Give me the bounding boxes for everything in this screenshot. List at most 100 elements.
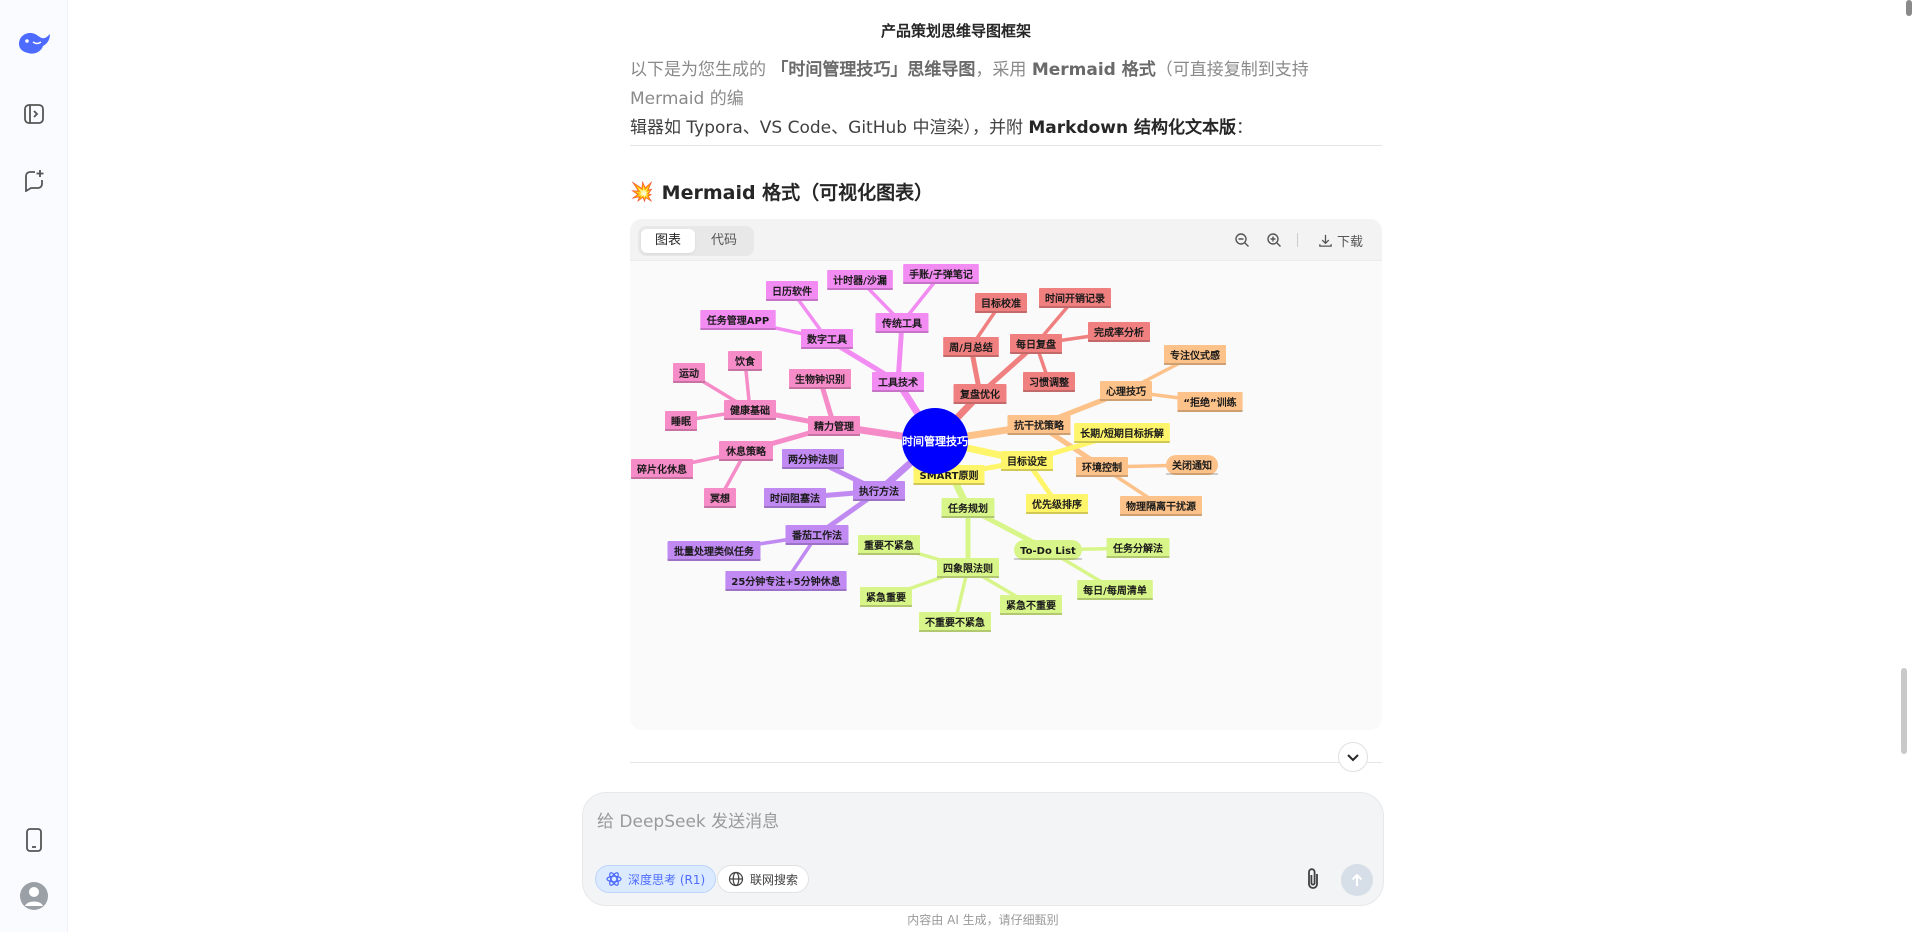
mindmap-node-plan-leaf[interactable]: 每日/每周清单	[1077, 580, 1153, 600]
mindmap-node-label: 紧急重要	[866, 591, 906, 604]
mindmap-node-label: 任务管理APP	[706, 314, 769, 327]
mindmap-node-label: 饮食	[734, 355, 756, 368]
mindmap-node-energy-child[interactable]: 生物钟识别	[789, 369, 851, 389]
mindmap-node-tools-leaf[interactable]: 日历软件	[766, 281, 818, 301]
mindmap-node-shadow	[728, 369, 762, 371]
mindmap-node-resist-child[interactable]: 心理技巧	[1100, 381, 1152, 401]
mindmap-node-plan-child[interactable]: To-Do List	[1014, 540, 1082, 560]
tab-chart[interactable]: 图表	[641, 229, 696, 253]
mindmap-node-resist-leaf[interactable]: “拒绝”训练	[1177, 392, 1243, 412]
mindmap-node-label: 传统工具	[881, 317, 922, 330]
mindmap-node-tools-leaf[interactable]: 任务管理APP	[700, 310, 776, 330]
mindmap-node-plan[interactable]: 任务规划	[941, 498, 995, 518]
mindmap-node-review-child[interactable]: 每日复盘	[1010, 334, 1062, 354]
mindmap-node-goal-child[interactable]: 优先级排序	[1026, 494, 1088, 514]
mindmap-node-shadow	[919, 630, 991, 632]
mindmap-node-shadow	[782, 467, 844, 469]
mindmap-node-tools-leaf[interactable]: 手账/子弹笔记	[903, 264, 979, 284]
mindmap-node-plan-leaf[interactable]: 紧急不重要	[1000, 595, 1062, 615]
intro-text: 辑器如 Typora、VS Code、GitHub 中渲染），并附	[630, 118, 1029, 138]
mindmap-node-review-leaf[interactable]: 时间开销记录	[1039, 288, 1111, 308]
mindmap-node-label: 关闭通知	[1172, 459, 1212, 472]
mindmap-node-label: 休息策略	[725, 445, 767, 458]
mindmap-node-tools-child[interactable]: 数字工具	[801, 329, 853, 349]
mindmap-node-review-leaf[interactable]: 习惯调整	[1023, 372, 1075, 392]
mindmap-node-review-leaf[interactable]: 目标校准	[975, 293, 1027, 313]
chevron-down-icon	[1347, 754, 1359, 762]
mindmap-node-label: 时间开销记录	[1045, 292, 1105, 305]
mindmap-node-tools-leaf[interactable]: 计时器/沙漏	[827, 270, 893, 290]
mindmap-node-exec-leaf[interactable]: 25分钟专注+5分钟休息	[725, 571, 847, 591]
divider	[630, 145, 1382, 146]
intro-text: ：	[1236, 118, 1254, 138]
zoom-in-button[interactable]	[1266, 230, 1282, 250]
mindmap-node-shadow	[1014, 558, 1082, 560]
mindmap-node-plan-leaf[interactable]: 紧急重要	[860, 587, 912, 607]
web-search-toggle[interactable]: 联网搜索	[717, 865, 810, 893]
new-chat-icon[interactable]	[16, 162, 52, 198]
mindmap-node-shadow	[1010, 352, 1062, 354]
mindmap-node-resist[interactable]: 抗干扰策略	[1007, 415, 1071, 435]
mindmap-node-shadow	[872, 390, 924, 392]
message-input[interactable]	[597, 807, 1357, 837]
mindmap-node-energy-leaf[interactable]: 冥想	[704, 488, 736, 508]
mindmap-node-shadow	[673, 381, 705, 383]
mindmap-node-energy-leaf[interactable]: 碎片化休息	[631, 459, 693, 479]
mindmap-node-exec-child[interactable]: 时间阻塞法	[764, 488, 826, 508]
mindmap-node-shadow	[1164, 363, 1226, 365]
mindmap-node-tools-child[interactable]: 传统工具	[875, 313, 929, 333]
mermaid-diagram-card: 图表 代码 下载 工具技术 数字工具 任务管理APP 日历软件传统工具 计时器/沙漏 手账…	[630, 219, 1382, 730]
mindmap-node-goal-child[interactable]: 长期/短期目标拆解	[1074, 423, 1170, 443]
download-icon	[1319, 234, 1332, 247]
mindmap-node-shadow	[704, 506, 736, 508]
mindmap-node-energy-leaf[interactable]: 饮食	[728, 351, 762, 371]
mindmap-node-review-leaf[interactable]: 完成率分析	[1088, 322, 1150, 342]
mindmap-node-label: 抗干扰策略	[1014, 419, 1065, 432]
mindmap-node-label: 冥想	[710, 492, 730, 505]
zoom-out-icon	[1235, 233, 1249, 247]
mindmap-node-shadow	[1074, 441, 1170, 443]
mindmap-node-shadow	[1076, 475, 1128, 477]
mindmap-node-resist-child[interactable]: 环境控制	[1076, 457, 1128, 477]
mindmap-node-shadow	[943, 355, 999, 357]
mindmap-node-label: 每日/每周清单	[1083, 584, 1147, 597]
scrollbar-thumb[interactable]	[1901, 668, 1907, 754]
mindmap-node-review[interactable]: 复盘优化	[953, 384, 1007, 404]
open-sidebar-icon[interactable]	[16, 96, 52, 132]
mindmap-node-exec-child[interactable]: 两分钟法则	[782, 449, 844, 469]
mindmap-node-review-child[interactable]: 周/月总结	[943, 337, 999, 357]
mindmap-node-tools[interactable]: 工具技术	[872, 372, 924, 392]
mindmap-node-shadow	[1120, 514, 1202, 516]
attach-file-button[interactable]	[1299, 865, 1327, 893]
mindmap-node-energy-leaf[interactable]: 运动	[673, 363, 705, 383]
mindmap-node-resist-leaf[interactable]: 关闭通知	[1166, 455, 1218, 475]
mindmap-node-plan-leaf[interactable]: 不重要不紧急	[919, 612, 991, 632]
mindmap-node-label: 计时器/沙漏	[833, 274, 887, 287]
download-button[interactable]: 下载	[1318, 230, 1363, 250]
mindmap-node-exec[interactable]: 执行方法	[853, 481, 905, 501]
tab-code[interactable]: 代码	[697, 229, 751, 253]
paperclip-icon	[1308, 868, 1318, 889]
mindmap-node-energy[interactable]: 精力管理	[808, 416, 860, 436]
mobile-app-icon[interactable]	[16, 822, 52, 858]
send-button[interactable]	[1341, 864, 1373, 896]
mindmap-node-goal[interactable]: 目标设定	[1001, 451, 1053, 471]
mindmap-node-resist-leaf[interactable]: 专注仪式感	[1164, 345, 1226, 365]
mindmap-node-resist-leaf[interactable]: 物理隔离干扰源	[1120, 496, 1202, 516]
mindmap-node-plan-leaf[interactable]: 任务分解法	[1106, 538, 1170, 558]
mindmap-node-exec-leaf[interactable]: 批量处理类似任务	[667, 541, 761, 561]
mindmap-node-plan-child[interactable]: 四象限法则	[937, 558, 999, 578]
mindmap-node-energy-child[interactable]: 健康基础	[724, 400, 776, 420]
mindmap-node-energy-child[interactable]: 休息策略	[719, 441, 773, 461]
mindmap-root-node[interactable]: 时间管理技巧	[902, 408, 968, 474]
mindmap-node-label: “拒绝”训练	[1183, 396, 1236, 409]
mindmap-node-shadow	[1106, 556, 1170, 558]
mindmap-node-plan-leaf[interactable]: 重要不紧急	[858, 535, 920, 555]
mindmap-node-exec-child[interactable]: 番茄工作法	[785, 525, 849, 545]
scroll-down-button[interactable]	[1338, 742, 1368, 772]
mindmap-diagram[interactable]: 工具技术 数字工具 任务管理APP 日历软件传统工具 计时器/沙漏 手账/子弹笔记复盘优化…	[630, 261, 1382, 730]
user-avatar-icon[interactable]	[16, 878, 52, 914]
mindmap-node-energy-leaf[interactable]: 睡眠	[665, 411, 697, 431]
zoom-out-button[interactable]	[1234, 230, 1250, 250]
deep-think-toggle[interactable]: 深度思考 (R1)	[595, 865, 717, 893]
